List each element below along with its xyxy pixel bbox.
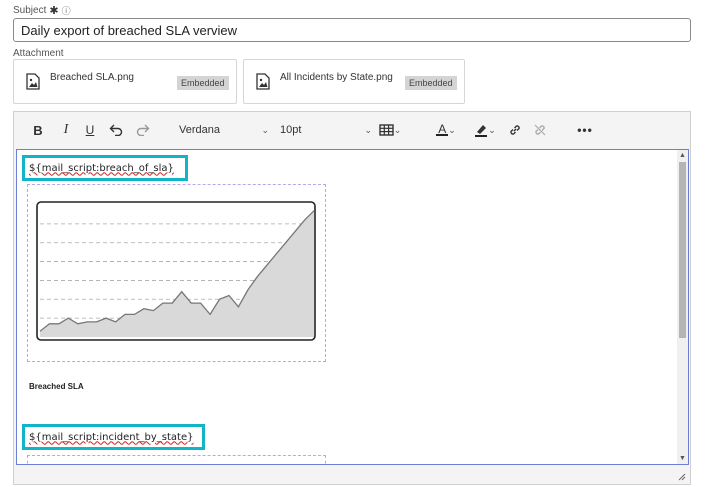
font-family-select[interactable]: Verdana ⌄ bbox=[179, 120, 269, 140]
bold-button[interactable]: B bbox=[30, 120, 46, 140]
required-asterisk-icon: ✱ bbox=[49, 5, 59, 17]
table-button[interactable]: ⌄ bbox=[375, 120, 405, 140]
text-color-icon: A bbox=[436, 122, 449, 136]
more-options-button[interactable]: ••• bbox=[576, 120, 594, 140]
embedded-image-incidents-by-state[interactable] bbox=[27, 455, 326, 464]
underline-button[interactable]: U bbox=[83, 120, 97, 140]
scroll-down-arrow-icon[interactable]: ▼ bbox=[677, 453, 688, 464]
subject-input[interactable] bbox=[13, 18, 691, 42]
link-icon bbox=[510, 125, 520, 135]
rich-text-editor: B I U Verdana ⌄ 10pt ⌄ ⌄ A ⌄ ⌄ ••• ${mai… bbox=[13, 111, 691, 485]
undo-button[interactable] bbox=[107, 120, 125, 140]
mail-script-incident-by-state[interactable]: ${mail_script:incident_by_state} bbox=[22, 424, 205, 450]
embedded-badge: Embedded bbox=[177, 76, 229, 90]
chevron-down-icon: ⌄ bbox=[448, 124, 456, 135]
font-family-value: Verdana bbox=[179, 124, 220, 136]
image-caption: Breached SLA bbox=[29, 382, 84, 391]
color-bar bbox=[436, 134, 449, 136]
attachment-name: All Incidents by State.png bbox=[280, 72, 393, 83]
chevron-down-icon: ⌄ bbox=[488, 124, 496, 135]
editor-toolbar: B I U Verdana ⌄ 10pt ⌄ ⌄ A ⌄ ⌄ ••• bbox=[14, 112, 690, 148]
breached-sla-chart bbox=[36, 201, 316, 341]
italic-button[interactable]: I bbox=[59, 120, 73, 140]
redo-button[interactable] bbox=[134, 120, 152, 140]
scrollbar-thumb[interactable] bbox=[679, 162, 686, 338]
resize-handle-icon[interactable] bbox=[677, 472, 686, 481]
table-icon bbox=[379, 124, 394, 136]
scroll-up-arrow-icon[interactable]: ▲ bbox=[677, 150, 688, 161]
embedded-badge: Embedded bbox=[405, 76, 457, 90]
mail-script-text: ${mail_script:incident_by_state} bbox=[29, 431, 194, 443]
image-file-icon bbox=[26, 73, 40, 90]
font-size-select[interactable]: 10pt ⌄ bbox=[280, 120, 372, 140]
text-color-glyph: A bbox=[438, 122, 447, 136]
unlink-icon bbox=[534, 124, 546, 136]
highlighter-icon bbox=[475, 125, 488, 137]
chevron-down-icon: ⌄ bbox=[364, 124, 372, 135]
text-color-button[interactable]: A ⌄ bbox=[431, 120, 461, 140]
remove-link-button[interactable] bbox=[531, 120, 549, 140]
redo-icon bbox=[136, 124, 150, 136]
mail-script-text: ${mail_script:breach_of_sla} bbox=[29, 162, 174, 174]
undo-icon bbox=[109, 124, 123, 136]
font-size-value: 10pt bbox=[280, 124, 302, 136]
subject-label-text: Subject bbox=[13, 5, 47, 16]
highlight-color-button[interactable]: ⌄ bbox=[469, 120, 501, 140]
attachment-card-incidents-by-state[interactable]: All Incidents by State.png Embedded bbox=[243, 59, 465, 104]
embedded-image-breached-sla[interactable] bbox=[27, 184, 326, 362]
image-file-icon bbox=[256, 73, 270, 90]
subject-label: Subject ✱ ⓘ bbox=[13, 4, 71, 17]
insert-link-button[interactable] bbox=[506, 120, 524, 140]
attachment-name: Breached SLA.png bbox=[50, 72, 134, 83]
info-icon[interactable]: ⓘ bbox=[62, 4, 71, 17]
chevron-down-icon: ⌄ bbox=[261, 124, 269, 135]
editor-content-area[interactable]: ${mail_script:breach_of_sla} Breached SL… bbox=[16, 149, 689, 465]
vertical-scrollbar[interactable]: ▲ ▼ bbox=[677, 150, 688, 464]
attachment-card-breached-sla[interactable]: Breached SLA.png Embedded bbox=[13, 59, 237, 104]
attachment-label: Attachment bbox=[13, 48, 64, 59]
chevron-down-icon: ⌄ bbox=[393, 124, 402, 135]
mail-script-breach-of-sla[interactable]: ${mail_script:breach_of_sla} bbox=[22, 155, 188, 181]
